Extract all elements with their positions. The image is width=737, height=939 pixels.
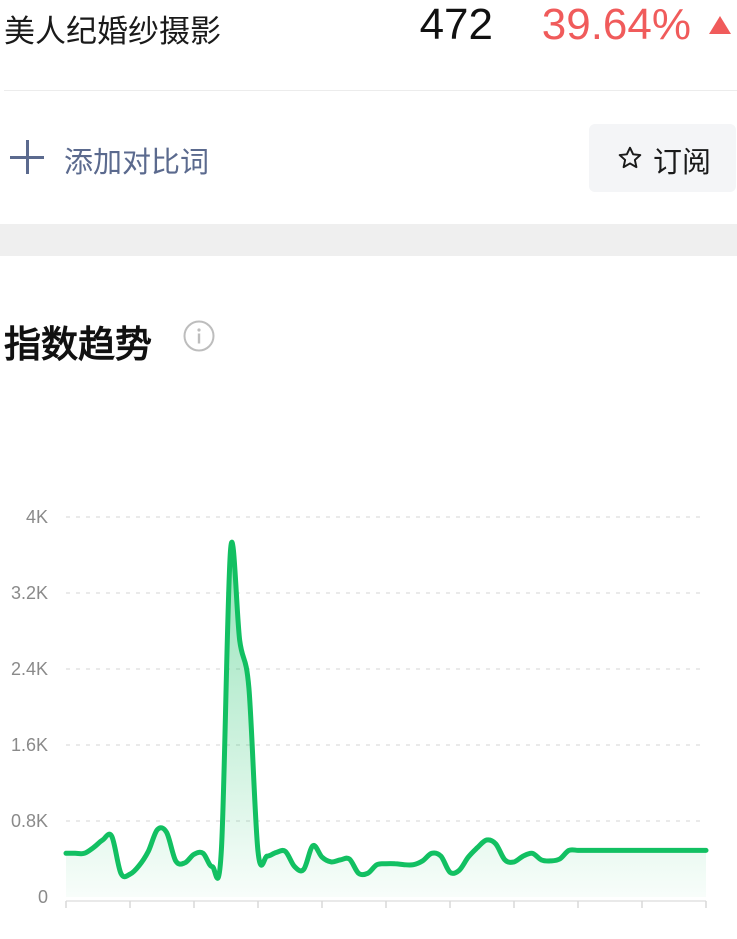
y-tick-label: 0.8K [11,811,48,831]
keyword-title: 美人纪婚纱摄影 [4,14,221,49]
star-icon [618,146,642,169]
y-tick-label: 3.2K [11,583,48,603]
index-trend-chart: 0 0.8K 1.6K 2.4K 3.2K 4K [11,507,709,908]
y-tick-label: 1.6K [11,735,48,755]
keyword-header: 美人纪婚纱摄影 472 39.64% [0,0,737,90]
subscribe-label: 订阅 [653,147,712,179]
compare-row: 添加对比词 订阅 [0,124,737,192]
index-value: 472 [419,0,493,49]
plus-icon[interactable] [10,140,44,174]
header-divider [4,90,737,91]
info-icon[interactable] [183,320,215,352]
y-tick-label: 2.4K [11,659,48,679]
section-title: 指数趋势 [4,324,152,365]
subscribe-button[interactable]: 订阅 [589,124,736,192]
y-tick-label: 0 [38,887,48,907]
y-tick-label: 4K [26,507,48,527]
triangle-up-icon [709,16,731,34]
series-area [66,542,706,897]
section-separator [0,224,737,256]
add-compare-button[interactable]: 添加对比词 [64,139,209,181]
change-percent: 39.64% [541,0,691,49]
